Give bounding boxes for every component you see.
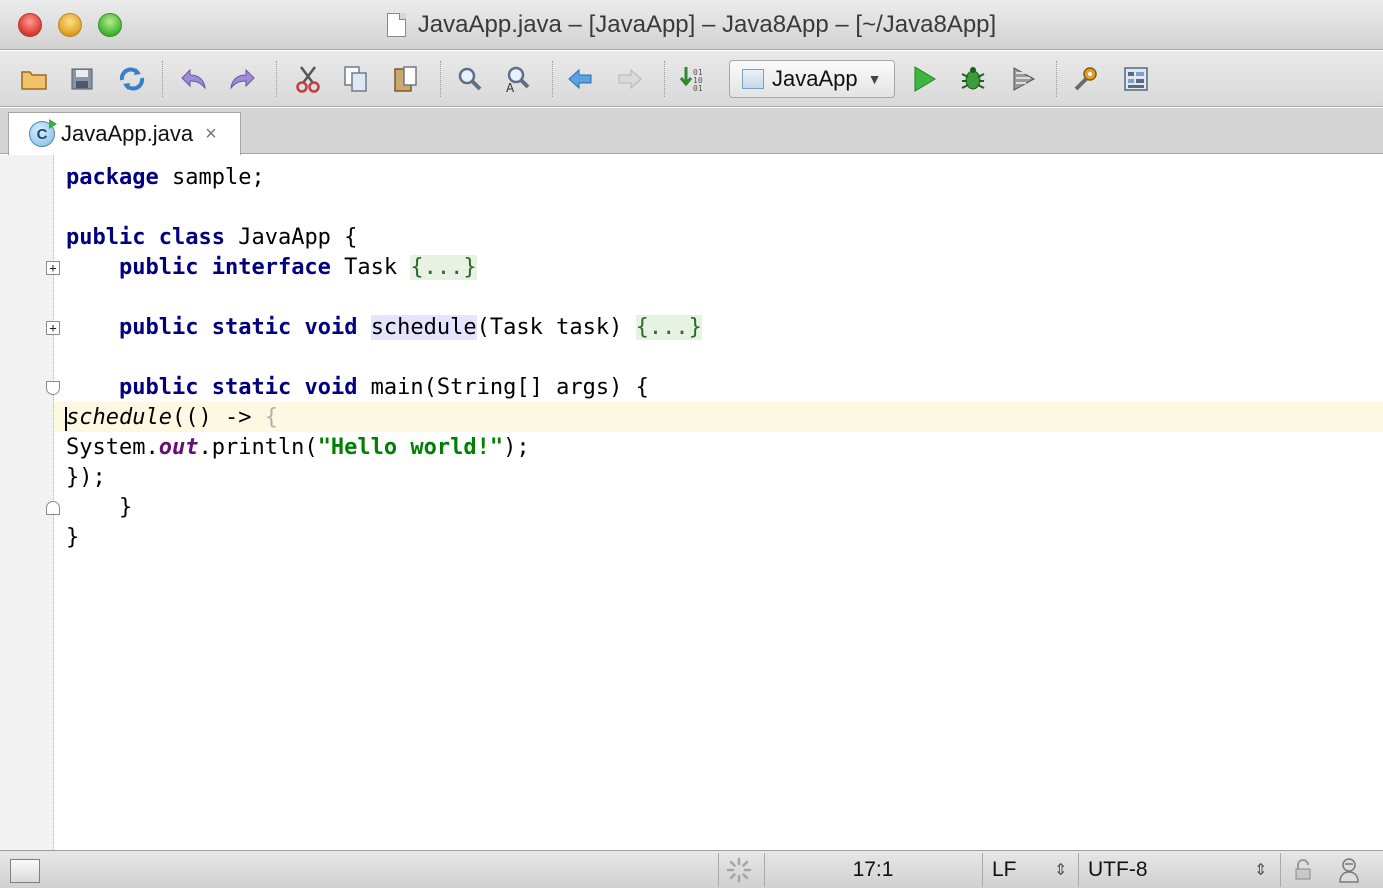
code-line-10: System.out.println("Hello world!");	[66, 435, 530, 460]
find-icon[interactable]	[452, 61, 488, 97]
code-line-13: }	[66, 525, 80, 550]
line-separator-chooser-icon[interactable]: ⇕	[1054, 851, 1074, 888]
synchronize-icon[interactable]	[114, 61, 150, 97]
window-title-text: JavaApp.java – [JavaApp] – Java8App – [~…	[417, 11, 997, 38]
editor-gutter	[0, 155, 54, 850]
tab-label: JavaApp.java	[61, 121, 194, 146]
collapse-fold-main-icon[interactable]	[46, 381, 60, 395]
run-with-coverage-icon[interactable]	[1006, 61, 1042, 97]
code-content[interactable]: package sample; public class JavaApp { p…	[65, 163, 1366, 553]
window-title: JavaApp.java – [JavaApp] – Java8App – [~…	[0, 0, 1383, 50]
code-line-12: }	[66, 495, 133, 520]
file-encoding[interactable]: UTF-8	[1088, 851, 1228, 888]
project-structure-icon[interactable]	[1068, 61, 1104, 97]
replace-icon[interactable]: A	[500, 61, 536, 97]
code-line-3: public class JavaApp {	[66, 225, 358, 250]
save-all-icon[interactable]	[64, 61, 100, 97]
editor-tab-strip: C JavaApp.java ×	[0, 108, 1383, 155]
settings-icon[interactable]	[1118, 61, 1154, 97]
run-configuration-label: JavaApp	[772, 66, 858, 91]
status-bar: 17:1 LF ⇕ UTF-8 ⇕	[0, 850, 1383, 888]
hector-inspector-icon[interactable]	[1334, 851, 1364, 888]
code-line-1: package sample;	[66, 165, 265, 190]
paste-icon[interactable]	[388, 61, 424, 97]
svg-text:01: 01	[693, 84, 703, 93]
undo-icon[interactable]	[176, 61, 212, 97]
tab-javaapp-java[interactable]: C JavaApp.java ×	[8, 112, 241, 155]
code-line-11: });	[66, 465, 106, 490]
encoding-chooser-icon[interactable]: ⇕	[1254, 851, 1274, 888]
background-tasks-spinner-icon	[724, 851, 754, 888]
code-line-4: public interface Task {...}	[118, 255, 477, 280]
close-tab-icon[interactable]: ×	[205, 123, 217, 146]
open-folder-icon[interactable]	[16, 61, 52, 97]
expand-fold-schedule-icon[interactable]: +	[46, 321, 60, 335]
folded-region-task[interactable]: {...}	[410, 255, 477, 280]
run-configuration-dropdown[interactable]: JavaApp ▼	[729, 60, 895, 98]
caret-position[interactable]: 17:1	[764, 851, 982, 888]
forward-icon[interactable]	[612, 61, 648, 97]
read-only-lock-icon[interactable]	[1290, 851, 1316, 888]
back-icon[interactable]	[562, 61, 598, 97]
fold-end-main-icon[interactable]	[46, 501, 60, 515]
debug-icon[interactable]	[956, 61, 992, 97]
cut-icon[interactable]	[290, 61, 326, 97]
code-line-8: public static void main(String[] args) {	[118, 375, 649, 400]
java-class-icon: C	[29, 119, 57, 147]
line-separator[interactable]: LF	[992, 851, 1052, 888]
tool-windows-toggle-icon[interactable]	[10, 859, 40, 883]
copy-icon[interactable]	[338, 61, 374, 97]
folded-region-schedule[interactable]: {...}	[635, 315, 702, 340]
chevron-down-icon: ▼	[867, 71, 882, 87]
code-line-6: public static void schedule(Task task) {…	[118, 315, 702, 340]
code-line-9: schedule(() -> {	[65, 405, 278, 431]
run-icon[interactable]	[906, 61, 942, 97]
text-caret	[65, 407, 67, 431]
redo-icon[interactable]	[224, 61, 260, 97]
make-project-icon[interactable]: 01 10 01	[676, 61, 712, 97]
main-toolbar: A 01 10 01 JavaApp ▼	[0, 51, 1383, 107]
application-config-icon	[742, 69, 764, 89]
document-icon	[386, 13, 406, 37]
svg-text:A: A	[506, 81, 515, 93]
code-editor[interactable]: + + package sample; public class JavaApp…	[0, 155, 1383, 850]
expand-fold-task-icon[interactable]: +	[46, 261, 60, 275]
window-title-bar: JavaApp.java – [JavaApp] – Java8App – [~…	[0, 0, 1383, 50]
